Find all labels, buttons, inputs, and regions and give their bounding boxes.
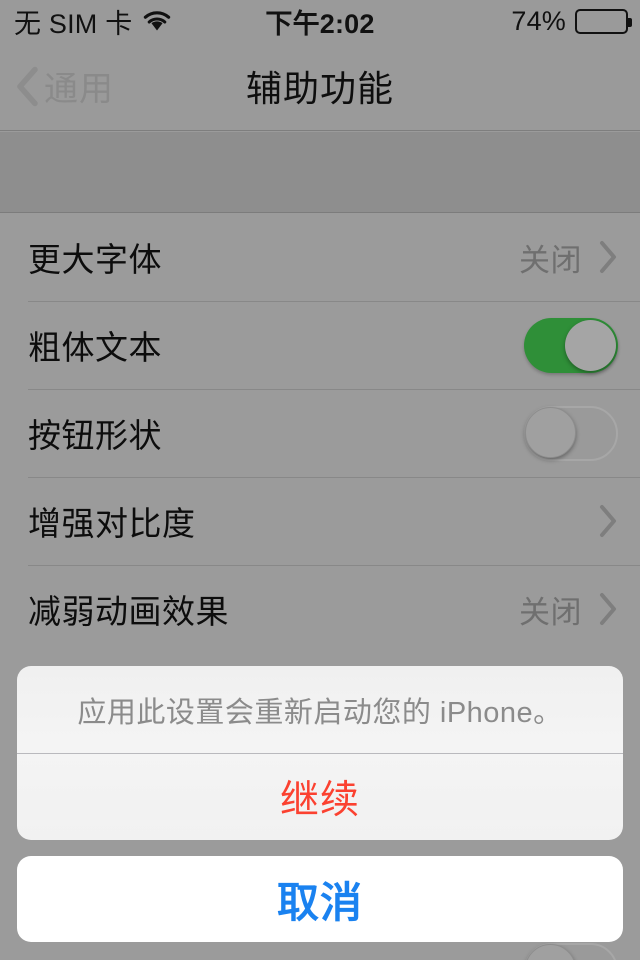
iphone-settings-screen: 无 SIM 卡 下午2:02 74% 通用 辅助功能 更大字体 关闭 粗体文本 …	[0, 0, 640, 960]
action-sheet-message: 应用此设置会重新启动您的 iPhone。	[77, 696, 563, 729]
cancel-button[interactable]: 取消	[17, 856, 623, 942]
action-sheet-main-group: 应用此设置会重新启动您的 iPhone。 继续	[17, 666, 623, 840]
action-sheet: 应用此设置会重新启动您的 iPhone。 继续 取消	[17, 666, 623, 942]
continue-button[interactable]: 继续	[17, 754, 623, 840]
